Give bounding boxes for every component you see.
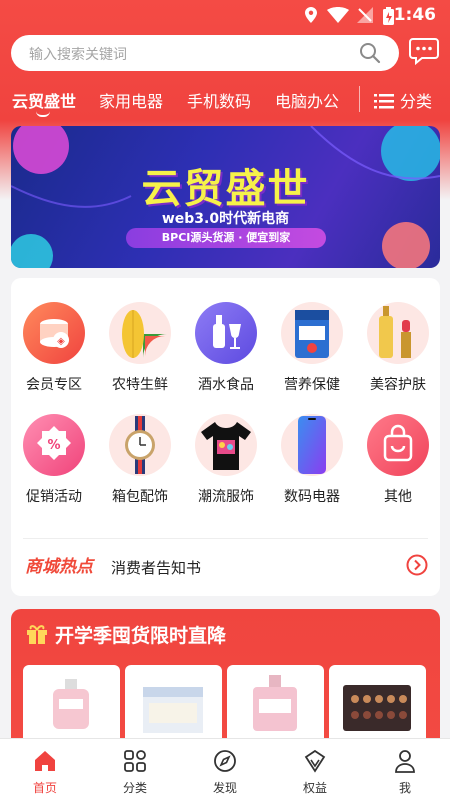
all-categories-button[interactable]: 分类 (374, 88, 432, 112)
svg-text:%: % (47, 438, 60, 453)
product-image (143, 687, 203, 733)
active-category-indicator (36, 111, 50, 117)
banner-title: 云贸盛世 (141, 166, 310, 212)
message-icon[interactable] (409, 37, 439, 65)
location-icon (305, 7, 317, 23)
compass-icon (214, 750, 236, 772)
banner-ribbon: BPCI源头货源 · 便宜到家 (126, 228, 326, 248)
divider (359, 86, 360, 112)
grid-item-wine[interactable]: 酒水食品 (183, 302, 269, 394)
fresh-produce-icon (109, 302, 171, 364)
category-tab[interactable]: 手机数码 (187, 88, 251, 112)
grid-item-skincare[interactable]: 美容护肤 (355, 302, 441, 394)
phone-icon (281, 414, 343, 476)
signal-icon (357, 7, 373, 23)
wifi-icon (327, 7, 349, 23)
tab-home[interactable]: 首页 (0, 739, 90, 800)
tshirt-icon (195, 414, 257, 476)
status-bar: 1:46 (0, 0, 450, 32)
promo-title: 开学季囤货限时直降 (55, 625, 227, 647)
wine-icon (195, 302, 257, 364)
grid-item-fashion[interactable]: 潮流服饰 (183, 414, 269, 506)
product-card[interactable] (227, 665, 324, 749)
tab-benefits[interactable]: 权益 (270, 739, 360, 800)
grid-item-label: 促销活动 (26, 489, 82, 505)
battery-icon (383, 7, 394, 25)
bottom-tab-bar: 首页 分类 发现 权益 我 (0, 738, 450, 800)
grid-item-digital[interactable]: 数码电器 (269, 414, 355, 506)
category-tab[interactable]: 家用电器 (99, 88, 163, 112)
search-bar[interactable]: 输入搜索关键词 (11, 35, 399, 71)
tab-label: 权益 (302, 781, 327, 795)
search-placeholder: 输入搜索关键词 (29, 47, 127, 63)
tab-discover[interactable]: 发现 (180, 739, 270, 800)
product-card[interactable] (329, 665, 426, 749)
product-image (53, 679, 89, 729)
home-icon (35, 751, 55, 771)
watch-icon (109, 414, 171, 476)
tab-label: 我 (398, 781, 411, 795)
grid-item-label: 会员专区 (26, 377, 82, 393)
product-image (343, 685, 411, 731)
tab-categories[interactable]: 分类 (90, 739, 180, 800)
notice-text[interactable]: 消费者告知书 (111, 557, 201, 578)
list-icon (374, 94, 394, 109)
banner-subtitle: web3.0时代新电商 (161, 211, 290, 227)
shield-icon (304, 749, 326, 773)
tab-label: 发现 (212, 781, 237, 795)
grid-icon (124, 750, 146, 772)
product-card[interactable] (23, 665, 120, 749)
grid-item-promotion[interactable]: % 促销活动 (11, 414, 97, 506)
product-card[interactable] (125, 665, 222, 749)
member-icon: ◈ (23, 302, 85, 364)
all-categories-label: 分类 (400, 92, 433, 111)
chevron-right-icon[interactable] (406, 554, 428, 576)
gift-icon (27, 625, 47, 644)
clock: 1:46 (393, 5, 436, 25)
divider (23, 538, 428, 539)
notice-logo: 商城热点 (25, 557, 93, 577)
product-image (253, 675, 297, 731)
category-tab[interactable]: 云贸盛世 (12, 88, 76, 112)
tab-me[interactable]: 我 (360, 739, 450, 800)
skincare-icon (367, 302, 429, 364)
grid-item-bags[interactable]: 箱包配饰 (97, 414, 183, 506)
category-tab[interactable]: 电脑办公 (275, 88, 339, 112)
user-icon (395, 750, 415, 773)
promo-section: 开学季囤货限时直降 (11, 609, 440, 749)
search-icon[interactable] (359, 42, 381, 64)
grid-item-label: 其他 (384, 489, 412, 505)
promotion-icon: % (23, 414, 85, 476)
grid-item-label: 农特生鲜 (112, 377, 168, 393)
grid-item-label: 数码电器 (284, 489, 340, 505)
grid-item-label: 营养保健 (284, 377, 340, 393)
grid-item-label: 潮流服饰 (198, 489, 254, 505)
grid-item-other[interactable]: 其他 (355, 414, 441, 506)
grid-item-label: 美容护肤 (370, 377, 426, 393)
category-tabs: 云贸盛世 家用电器 手机数码 电脑办公 分类 (0, 84, 450, 118)
grid-item-fresh[interactable]: 农特生鲜 (97, 302, 183, 394)
tab-label: 分类 (122, 781, 147, 795)
grid-item-label: 酒水食品 (198, 377, 254, 393)
category-grid: ◈ 会员专区 农特生鲜 酒水食品 营养保健 美容护肤 % 促销活动 箱包配饰 潮… (11, 278, 440, 596)
bag-icon (367, 414, 429, 476)
grid-item-member[interactable]: ◈ 会员专区 (11, 302, 97, 394)
svg-text:◈: ◈ (57, 336, 65, 347)
grid-item-label: 箱包配饰 (112, 489, 168, 505)
nutrition-icon (281, 302, 343, 364)
tab-label: 首页 (32, 781, 57, 795)
hero-banner[interactable]: 云贸盛世 web3.0时代新电商 BPCI源头货源 · 便宜到家 (11, 126, 440, 268)
grid-item-nutrition[interactable]: 营养保健 (269, 302, 355, 394)
